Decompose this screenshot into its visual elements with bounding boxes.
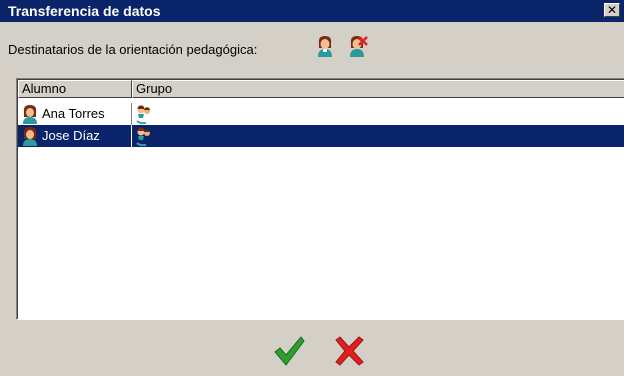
column-header-grupo[interactable]: Grupo: [132, 80, 624, 98]
group-icon: [136, 127, 150, 146]
student-female-icon: [23, 105, 37, 124]
ok-button[interactable]: [272, 334, 306, 368]
student-remove-icon[interactable]: [346, 34, 368, 58]
window-title: Transferencia de datos: [8, 3, 161, 19]
student-icon[interactable]: [314, 34, 336, 58]
student-list[interactable]: Alumno Grupo Ana Torres Jose Díaz: [16, 78, 624, 320]
title-bar[interactable]: Transferencia de datos ✕: [0, 0, 624, 22]
column-separator: [131, 125, 132, 147]
student-name: Ana Torres: [42, 106, 105, 121]
green-checkmark-icon: [274, 336, 305, 366]
cancel-button[interactable]: [332, 334, 366, 368]
dialog-window: Transferencia de datos ✕ Destinatarios d…: [0, 0, 624, 376]
close-button[interactable]: ✕: [604, 3, 620, 17]
column-separator: [131, 103, 132, 125]
group-icon: [136, 105, 150, 124]
recipients-label: Destinatarios de la orientación pedagógi…: [8, 42, 258, 57]
table-row-selected[interactable]: Jose Díaz: [18, 125, 624, 147]
close-icon: ✕: [606, 3, 618, 17]
red-x-icon: [335, 336, 364, 366]
column-header-alumno[interactable]: Alumno: [18, 80, 132, 98]
student-name: Jose Díaz: [42, 128, 100, 143]
student-female-icon: [23, 127, 37, 146]
table-row[interactable]: Ana Torres: [18, 103, 624, 125]
